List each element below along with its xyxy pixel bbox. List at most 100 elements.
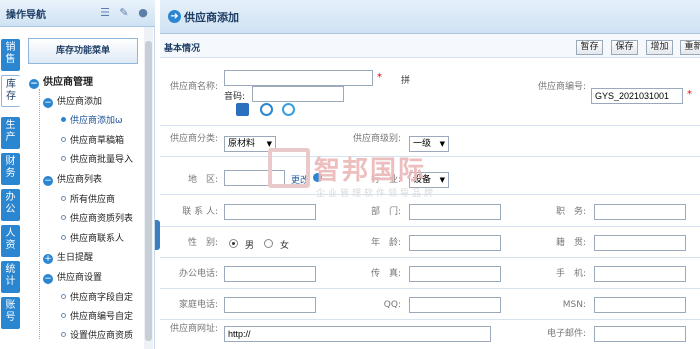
inventory-menu-button[interactable]: 库存功能菜单: [28, 38, 138, 64]
contact-label: 联 系 人:: [182, 207, 218, 217]
tree-item-label: 供应商批量导入: [70, 155, 134, 165]
email-label: 电子邮件:: [546, 329, 586, 339]
tree-group-birthday[interactable]: + 生日提醒: [43, 250, 93, 264]
position-label: 职 务:: [555, 207, 586, 217]
reset-button[interactable]: 重新: [680, 40, 700, 55]
bullet-icon: [61, 313, 66, 318]
nav-title: 操作导航: [6, 9, 46, 21]
arrow-right-icon: ➜: [168, 10, 181, 23]
tree-item-label: 供应商草稿箱: [70, 136, 125, 146]
supplier-name-input[interactable]: [224, 70, 373, 86]
position-input[interactable]: [594, 204, 686, 220]
tree-group-settings[interactable]: − 供应商设置: [43, 270, 102, 284]
tree-group-add[interactable]: − 供应商添加: [43, 94, 102, 108]
tab-sales[interactable]: 销售: [1, 39, 20, 71]
mobile-input[interactable]: [594, 266, 686, 282]
bullet-icon: [61, 215, 66, 220]
fax-label: 传 真:: [370, 269, 401, 279]
tree-item-supplier-add[interactable]: 供应商添加ω: [61, 113, 123, 126]
tree-item-label: 供应商字段自定: [70, 293, 134, 303]
qq-input[interactable]: [409, 297, 501, 313]
msn-label: MSN:: [562, 300, 586, 310]
department-label: 部 门:: [370, 207, 401, 217]
qq-label: QQ:: [383, 300, 401, 310]
home-phone-input[interactable]: [224, 297, 316, 313]
tree-item-set-qualification[interactable]: 设置供应商资质: [61, 328, 133, 341]
supplier-form: 基本情况 暂存 保存 增加 重新 供应商名称: * 拼 音码: 供应商编号: *…: [160, 34, 700, 349]
search-web-icon[interactable]: [260, 103, 273, 116]
pinyin-button[interactable]: 拼: [401, 73, 410, 86]
wrench-icon[interactable]: ✎: [118, 7, 130, 19]
save-button[interactable]: 保存: [611, 40, 638, 55]
collapse-icon: −: [29, 79, 39, 89]
bullet-icon: [61, 294, 66, 299]
tab-statistics[interactable]: 统计: [1, 261, 20, 293]
add-button[interactable]: 增加: [646, 40, 673, 55]
browser-icon[interactable]: [282, 103, 295, 116]
tab-label: 销售: [5, 42, 16, 65]
save-draft-button[interactable]: 暂存: [576, 40, 603, 55]
tree-group-list[interactable]: − 供应商列表: [43, 172, 102, 186]
phonetic-label: 音码:: [224, 92, 246, 102]
department-input[interactable]: [409, 204, 501, 220]
gender-male-radio[interactable]: [229, 239, 238, 248]
tree-root-label: 供应商管理: [43, 77, 93, 88]
bullet-icon: [61, 235, 66, 240]
list-icon[interactable]: ☰: [99, 7, 111, 19]
phonetic-input[interactable]: [252, 86, 344, 102]
tree-item-code-custom[interactable]: 供应商编号自定: [61, 309, 133, 322]
website-label: 供应商网址:: [169, 324, 218, 334]
menu-panel: 库存功能菜单 − 供应商管理 − 供应商添加 供应商添加ω 供应商草稿箱 供应商批量…: [21, 27, 155, 349]
office-phone-label: 办公电话:: [178, 269, 218, 279]
tab-account[interactable]: 账号: [1, 297, 20, 329]
tab-label: 统计: [5, 264, 16, 287]
tree-item-field-custom[interactable]: 供应商字段自定: [61, 290, 133, 303]
category-label: 供应商分类:: [169, 134, 218, 144]
tab-office[interactable]: 办公: [1, 189, 20, 221]
required-marker: *: [687, 89, 692, 100]
website-input[interactable]: [224, 326, 491, 342]
origin-input[interactable]: [594, 235, 686, 251]
tree-item-all-suppliers[interactable]: 所有供应商: [61, 192, 115, 205]
tree-item-contacts[interactable]: 供应商联系人: [61, 231, 124, 244]
tab-label: 财务: [5, 156, 16, 179]
tree-item-label: 所有供应商: [70, 195, 116, 205]
tree-item-label: 供应商编号自定: [70, 312, 134, 322]
tree-item-qualifications[interactable]: 供应商资质列表: [61, 211, 133, 224]
supplier-code-label: 供应商编号:: [537, 82, 586, 92]
section-title: 基本情况: [164, 44, 201, 54]
gender-female-label: 女: [280, 241, 290, 251]
picture-icon[interactable]: [236, 103, 249, 116]
user-icon[interactable]: ●: [137, 7, 149, 19]
office-phone-input[interactable]: [224, 266, 316, 282]
tab-hr[interactable]: 人资: [1, 225, 20, 257]
menu-scrollbar[interactable]: [144, 27, 153, 349]
origin-label: 籍 贯:: [555, 238, 586, 248]
gender-female-radio[interactable]: [264, 239, 273, 248]
tree-group-label: 供应商列表: [57, 175, 103, 185]
msn-input[interactable]: [594, 297, 686, 313]
supplier-code-input[interactable]: [591, 88, 683, 104]
required-marker: *: [377, 72, 382, 83]
contact-input[interactable]: [224, 204, 316, 220]
module-tabs: 销售 库存 生产 财务 办公 人资 统计 账号: [0, 27, 21, 349]
page-title: 供应商添加: [184, 10, 239, 24]
tree-item-label: 供应商资质列表: [70, 214, 134, 224]
age-input[interactable]: [409, 235, 501, 251]
collapse-icon: −: [43, 98, 53, 108]
tree-root[interactable]: − 供应商管理: [29, 73, 93, 89]
tab-inventory[interactable]: 库存: [1, 75, 20, 107]
fax-input[interactable]: [409, 266, 501, 282]
watermark-logo: [268, 148, 310, 188]
tab-production[interactable]: 生产: [1, 117, 20, 149]
email-input[interactable]: [594, 326, 686, 342]
scrollbar-thumb[interactable]: [145, 41, 152, 341]
page-header: ➜ 供应商添加: [160, 0, 700, 34]
home-phone-label: 家庭电话:: [178, 300, 218, 310]
tree-item-batch-import[interactable]: 供应商批量导入: [61, 152, 133, 165]
tab-finance[interactable]: 财务: [1, 153, 20, 185]
tree-item-label: 供应商添加ω: [70, 116, 123, 126]
mobile-label: 手 机:: [555, 269, 586, 279]
tree-item-drafts[interactable]: 供应商草稿箱: [61, 133, 124, 146]
region-label: 地 区:: [187, 175, 218, 185]
